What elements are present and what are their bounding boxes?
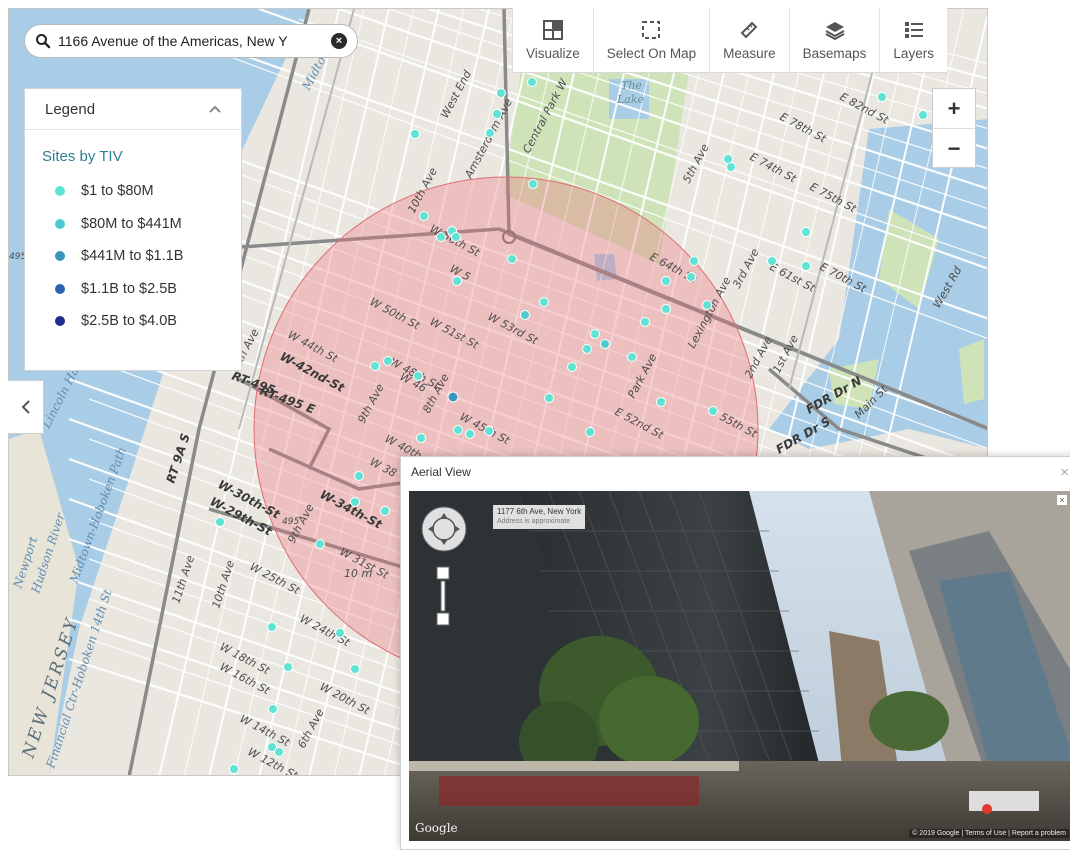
- search-icon[interactable]: [35, 33, 51, 49]
- legend-item-label: $1.1B to $2.5B: [81, 280, 177, 297]
- toolbar: Visualize Select On Map Measure Basemaps…: [512, 8, 947, 73]
- legend-item-label: $1 to $80M: [81, 183, 154, 200]
- visualize-button[interactable]: Visualize: [513, 8, 594, 72]
- google-logo: Google: [415, 821, 458, 835]
- street-address: 1177 6th Ave, New York: [497, 507, 582, 516]
- street-address-label: 1177 6th Ave, New York Address is approx…: [493, 505, 586, 529]
- legend-item: $1 to $80M: [25, 175, 241, 208]
- legend-item: $2.5B to $4.0B: [25, 305, 241, 338]
- chevron-up-icon[interactable]: [209, 105, 221, 113]
- street-view-scene: [409, 491, 1070, 841]
- legend-item-label: $441M to $1.1B: [81, 248, 184, 265]
- basemaps-icon: [825, 22, 845, 41]
- svg-text:Lake: Lake: [616, 93, 645, 106]
- measure-button[interactable]: Measure: [710, 8, 790, 72]
- svg-text:10th Ave: 10th Ave: [209, 559, 237, 610]
- svg-text:5th Ave: 5th Ave: [680, 142, 712, 186]
- zoom-control: + −: [932, 88, 976, 168]
- address-note: Address is approximate: [497, 518, 571, 525]
- collapse-panel-button[interactable]: [8, 380, 44, 434]
- zoom-in-button[interactable]: +: [933, 89, 975, 129]
- svg-text:3rd Ave: 3rd Ave: [730, 246, 762, 290]
- clear-icon[interactable]: ×: [331, 33, 347, 49]
- street-view-image[interactable]: 1177 6th Ave, New York Address is approx…: [409, 491, 1070, 841]
- layers-button[interactable]: Layers: [880, 8, 947, 72]
- legend-swatch: [55, 316, 65, 327]
- legend-item: $441M to $1.1B: [25, 240, 241, 273]
- terms-link[interactable]: © 2019 Google | Terms of Use | Report a …: [909, 829, 1069, 838]
- aerial-view-panel: Aerial View × 1177 6th Ave, New York Add…: [400, 456, 1070, 850]
- legend-item-label: $80M to $441M: [81, 215, 182, 232]
- legend-subtitle: Sites by TIV: [42, 148, 123, 165]
- zoom-out-button[interactable]: −: [933, 129, 975, 168]
- basemaps-label: Basemaps: [802, 46, 867, 61]
- svg-text:1st Ave: 1st Ave: [770, 333, 801, 376]
- svg-text:E 78th St: E 78th St: [778, 110, 829, 146]
- legend-header[interactable]: Legend: [25, 89, 241, 130]
- aerial-view-title: Aerial View: [411, 465, 471, 479]
- measure-label: Measure: [723, 46, 776, 61]
- search-box[interactable]: 1166 Avenue of the Americas, New Y ×: [24, 24, 358, 58]
- svg-text:E 75th St: E 75th St: [808, 180, 859, 216]
- layers-icon: [904, 22, 923, 38]
- legend-swatch: [55, 218, 65, 229]
- legend-item-label: $2.5B to $4.0B: [81, 313, 177, 330]
- visualize-label: Visualize: [526, 46, 580, 61]
- svg-text:495: 495: [282, 517, 299, 527]
- legend-item: $80M to $441M: [25, 208, 241, 241]
- measure-icon: [740, 21, 758, 39]
- select-on-map-icon: [642, 21, 661, 39]
- select-on-map-label: Select On Map: [606, 46, 697, 61]
- legend-swatch: [55, 251, 65, 262]
- visualize-icon: [542, 20, 563, 40]
- chevron-left-icon: [21, 400, 30, 414]
- layers-label: Layers: [893, 46, 934, 61]
- street-close-icon[interactable]: ×: [1057, 495, 1067, 505]
- svg-text:10 m: 10 m: [344, 567, 372, 580]
- legend-swatch: [55, 186, 65, 197]
- close-icon[interactable]: ×: [1060, 464, 1069, 481]
- basemaps-button[interactable]: Basemaps: [790, 8, 881, 72]
- legend-title: Legend: [45, 100, 96, 118]
- svg-text:W 14th St: W 14th St: [238, 712, 293, 749]
- legend-swatch: [55, 283, 65, 294]
- search-input[interactable]: 1166 Avenue of the Americas, New Y: [58, 33, 325, 49]
- svg-text:6th Ave: 6th Ave: [295, 707, 327, 751]
- select-on-map-button[interactable]: Select On Map: [594, 8, 711, 72]
- legend-panel: Legend Sites by TIV $1 to $80M $80M to $…: [24, 88, 242, 371]
- legend-item: $1.1B to $2.5B: [25, 273, 241, 306]
- svg-text:The: The: [621, 79, 642, 92]
